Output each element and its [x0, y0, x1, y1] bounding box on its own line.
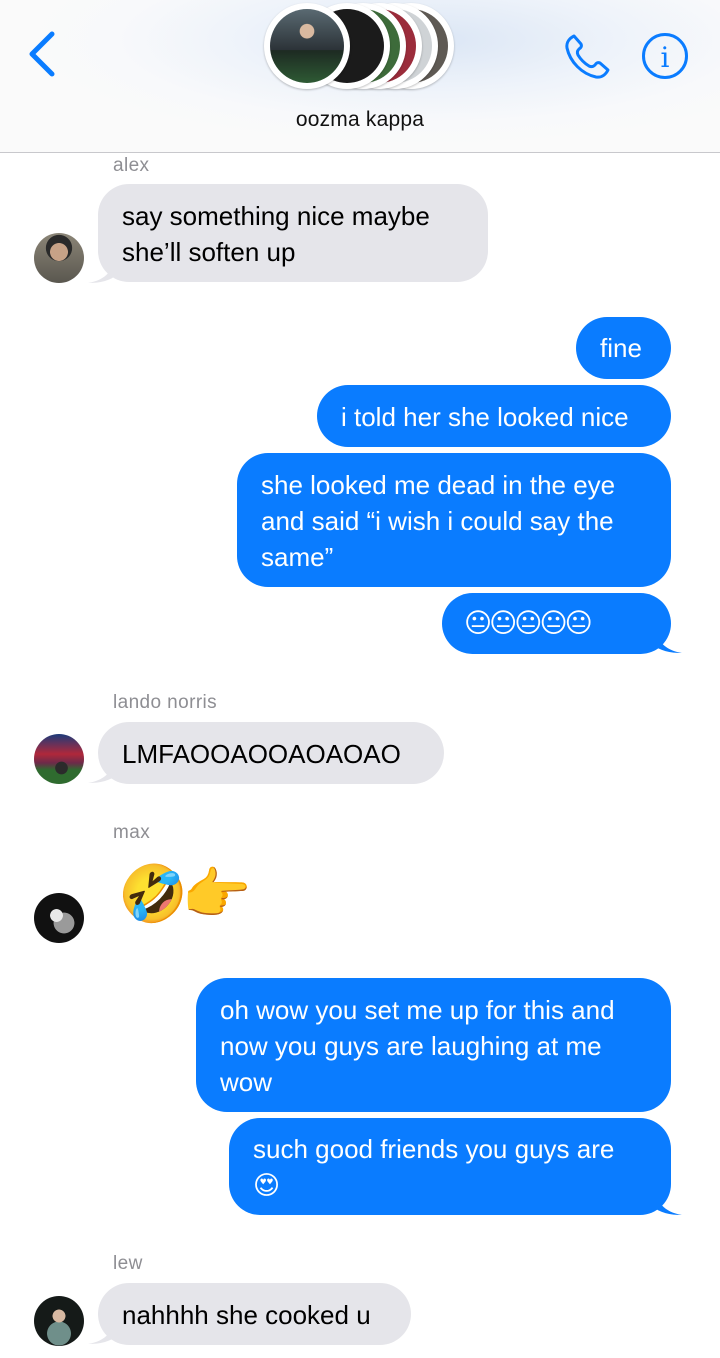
avatar[interactable]: [34, 893, 84, 943]
message-text-line: wow: [220, 1067, 273, 1097]
group-title[interactable]: oozma kappa: [0, 108, 720, 132]
group-avatar-main: [264, 3, 350, 89]
info-icon: i: [642, 33, 688, 79]
avatar[interactable]: [34, 734, 84, 784]
message-text-line: 😍: [253, 1170, 281, 1200]
sender-name: alex: [113, 155, 150, 176]
sender-name: lew: [113, 1253, 143, 1274]
message-text-line: same”: [261, 542, 334, 572]
message-bubble[interactable]: nahhhh she cooked u: [98, 1283, 411, 1345]
sender-name: lando norris: [113, 692, 218, 713]
phone-icon: [565, 34, 610, 79]
avatar[interactable]: [34, 233, 84, 283]
avatar[interactable]: [34, 1296, 84, 1346]
back-button[interactable]: [22, 26, 62, 82]
info-button[interactable]: i: [640, 31, 690, 81]
message-text-line: oh wow you set me up for this and: [220, 995, 615, 1025]
message-bubble[interactable]: she looked me dead in the eye and said “…: [237, 453, 671, 587]
message-bubble[interactable]: 😐😐😐😐😐: [442, 593, 671, 654]
message-text-line: and said “i wish i could say the: [261, 506, 614, 536]
message-text-line: say something nice maybe: [122, 201, 430, 231]
call-button[interactable]: [560, 30, 614, 84]
message-text-line: she’ll soften up: [122, 237, 296, 267]
message-bubble[interactable]: LMFAOOAOOAOAOAO: [98, 722, 444, 784]
message-bubble[interactable]: such good friends you guys are 😍: [229, 1118, 671, 1215]
conversation-header: oozma kappa i: [0, 0, 720, 153]
message-text-line: she looked me dead in the eye: [261, 470, 616, 500]
message-bubble[interactable]: fine: [576, 317, 671, 379]
group-avatar-stack[interactable]: [264, 3, 464, 95]
message-bubble[interactable]: oh wow you set me up for this and now yo…: [196, 978, 671, 1112]
emoji-message[interactable]: 🤣👉: [118, 858, 251, 930]
message-bubble[interactable]: i told her she looked nice: [317, 385, 671, 447]
sender-name: max: [113, 822, 151, 843]
message-bubble[interactable]: say something nice maybe she’ll soften u…: [98, 184, 488, 282]
message-text-line: now you guys are laughing at me: [220, 1031, 602, 1061]
chevron-left-icon: [29, 31, 55, 77]
svg-text:i: i: [661, 41, 670, 74]
message-text-line: such good friends you guys are: [253, 1134, 615, 1164]
